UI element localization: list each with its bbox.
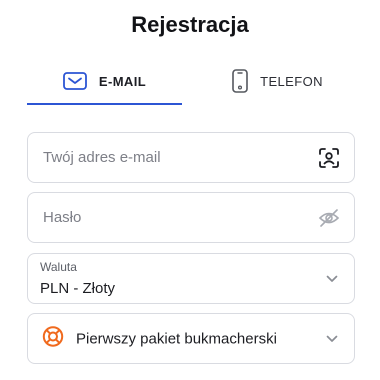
registration-method-tabs: E-MAIL TELEFON — [27, 58, 355, 106]
envelope-icon — [63, 72, 87, 90]
contact-scan-icon[interactable] — [318, 147, 340, 169]
active-tab-indicator — [27, 103, 182, 105]
email-field-container — [27, 132, 355, 183]
lifebuoy-icon — [42, 325, 64, 352]
tab-phone[interactable]: TELEFON — [200, 58, 355, 104]
eye-off-icon[interactable] — [318, 208, 340, 227]
page-title: Rejestracja — [131, 12, 249, 37]
bonus-package-value: Pierwszy pakiet bukmacherski — [76, 330, 277, 347]
chevron-down-icon — [326, 330, 338, 348]
bonus-package-select[interactable]: Pierwszy pakiet bukmacherski — [27, 313, 355, 364]
currency-label: Waluta — [40, 260, 77, 274]
tab-phone-label: TELEFON — [260, 73, 323, 89]
currency-select[interactable]: Waluta PLN - Złoty — [27, 253, 355, 304]
password-input[interactable] — [28, 193, 354, 242]
tab-email[interactable]: E-MAIL — [27, 58, 182, 104]
smartphone-icon — [232, 69, 248, 93]
currency-value: PLN - Złoty — [40, 280, 116, 297]
password-field-container — [27, 192, 355, 243]
chevron-down-icon — [326, 270, 338, 288]
email-input[interactable] — [28, 133, 354, 182]
tab-email-label: E-MAIL — [98, 73, 147, 89]
